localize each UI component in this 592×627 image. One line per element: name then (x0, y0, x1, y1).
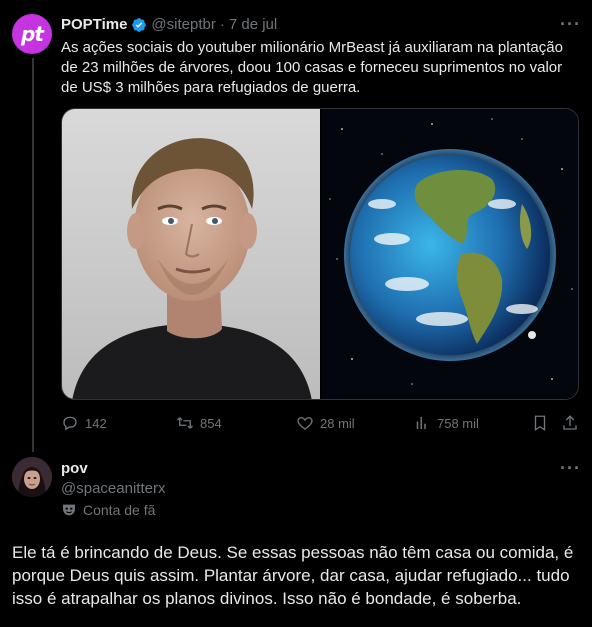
views-count: 758 mil (437, 415, 479, 431)
like-count: 28 mil (320, 415, 355, 431)
views-icon (416, 417, 426, 429)
reply-text: Ele tá é brincando de Deus. Se essas pes… (12, 543, 574, 608)
earth-image[interactable] (320, 109, 578, 399)
reply-author-name[interactable]: pov (61, 460, 88, 477)
tweet-media[interactable] (61, 108, 579, 400)
thread-line (32, 58, 34, 452)
tweet-header: POPTime @siteptbr · 7 de jul (61, 16, 277, 33)
fan-account-badge: Conta de fã (61, 502, 155, 518)
tweet-actions: 142 854 28 mil 758 mil (61, 414, 579, 434)
like-button[interactable]: 28 mil (296, 414, 355, 432)
share-icon (563, 415, 577, 430)
earth-illustration (329, 118, 573, 385)
separator-dot: · (219, 16, 225, 33)
portrait-image[interactable] (62, 109, 320, 399)
fan-badge-label: Conta de fã (83, 502, 156, 518)
more-options-icon[interactable]: ··· (560, 14, 581, 35)
author-handle[interactable]: @siteptbr (151, 16, 215, 33)
portrait-illustration (72, 138, 312, 399)
avatar-logo-text: pt (21, 22, 44, 46)
reply-avatar-illustration (12, 457, 52, 497)
views-button[interactable]: 758 mil (413, 414, 479, 432)
tweet-text: As ações sociais do youtuber milionário … (61, 39, 563, 96)
tweet-date[interactable]: 7 de jul (229, 16, 277, 33)
avatar[interactable]: pt (12, 14, 52, 54)
verified-badge-icon (132, 17, 147, 32)
bookmark-button[interactable] (531, 414, 549, 432)
mask-icon (63, 504, 75, 516)
reply-button[interactable]: 142 (61, 414, 107, 432)
author-name[interactable]: POPTime (61, 16, 127, 33)
retweet-icon (177, 417, 193, 429)
reply-icon (63, 416, 77, 431)
reply-count: 142 (85, 415, 107, 431)
reply-more-options-icon[interactable]: ··· (560, 458, 581, 479)
heart-icon (297, 417, 313, 430)
share-button[interactable] (561, 414, 579, 432)
retweet-button[interactable]: 854 (176, 414, 222, 432)
retweet-count: 854 (200, 415, 222, 431)
bookmark-icon (534, 415, 546, 432)
reply-avatar[interactable] (12, 457, 52, 497)
reply-author-handle[interactable]: @spaceanitterx (61, 480, 165, 497)
